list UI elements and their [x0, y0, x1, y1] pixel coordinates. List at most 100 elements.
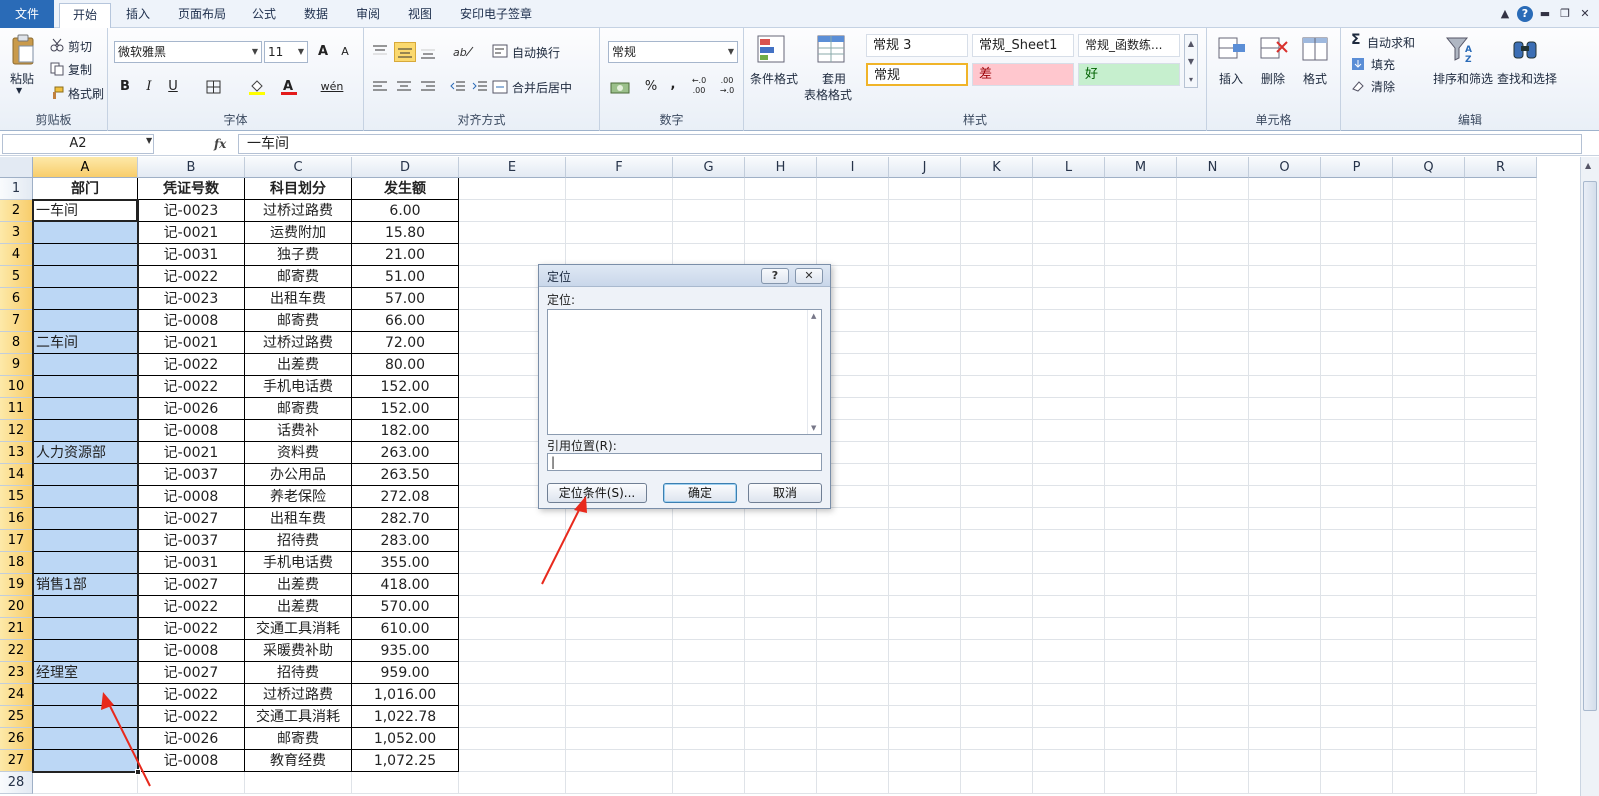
grid-cell[interactable]	[889, 310, 961, 332]
sort-filter-button[interactable]: 排序和筛选	[1433, 70, 1493, 87]
conditional-format-icon[interactable]	[756, 34, 788, 69]
grid-cell[interactable]	[1321, 354, 1393, 376]
column-header[interactable]: E	[459, 157, 566, 178]
grid-cell[interactable]	[1105, 288, 1177, 310]
grid-cell[interactable]	[817, 684, 889, 706]
insert-function-icon[interactable]: fx	[214, 134, 236, 154]
grid-cell[interactable]	[1105, 640, 1177, 662]
department-cell[interactable]	[33, 420, 138, 442]
grid-cell[interactable]	[1177, 706, 1249, 728]
department-cell[interactable]	[33, 508, 138, 530]
grid-cell[interactable]	[1321, 618, 1393, 640]
find-select-button[interactable]: 查找和选择	[1497, 70, 1557, 87]
grid-cell[interactable]	[961, 288, 1033, 310]
table-header-cell[interactable]: 部门	[33, 178, 138, 200]
category-cell[interactable]: 邮寄费	[245, 398, 352, 420]
column-header[interactable]: C	[245, 157, 352, 178]
grid-cell[interactable]	[1465, 662, 1537, 684]
row-header[interactable]: 24	[0, 684, 33, 706]
grid-cell[interactable]	[1105, 464, 1177, 486]
grid-cell[interactable]	[817, 728, 889, 750]
grid-cell[interactable]	[1177, 420, 1249, 442]
grid-cell[interactable]	[1177, 772, 1249, 794]
borders-icon[interactable]	[206, 80, 222, 97]
grid-cell[interactable]	[961, 332, 1033, 354]
amount-cell[interactable]: 418.00	[352, 574, 459, 596]
reference-input[interactable]: |	[547, 453, 822, 471]
grid-cell[interactable]	[1177, 464, 1249, 486]
align-top-icon[interactable]	[372, 44, 388, 61]
grid-cell[interactable]	[745, 750, 817, 772]
column-header[interactable]: H	[745, 157, 817, 178]
category-cell[interactable]: 交通工具消耗	[245, 706, 352, 728]
grid-cell[interactable]	[817, 640, 889, 662]
voucher-cell[interactable]: 记-0022	[138, 596, 245, 618]
amount-cell[interactable]: 152.00	[352, 376, 459, 398]
grid-cell[interactable]	[1465, 244, 1537, 266]
department-cell[interactable]	[33, 222, 138, 244]
grid-cell[interactable]	[673, 222, 745, 244]
percent-button[interactable]: %	[640, 76, 662, 98]
voucher-cell[interactable]: 记-0021	[138, 222, 245, 244]
row-header[interactable]: 8	[0, 332, 33, 354]
grid-cell[interactable]	[1393, 332, 1465, 354]
cut-button[interactable]: 剪切	[68, 38, 92, 55]
grid-cell[interactable]	[961, 244, 1033, 266]
grid-cell[interactable]	[745, 178, 817, 200]
grid-cell[interactable]	[1033, 596, 1105, 618]
voucher-cell[interactable]: 记-0027	[138, 508, 245, 530]
grid-cell[interactable]	[1033, 420, 1105, 442]
row-header[interactable]: 21	[0, 618, 33, 640]
grid-cell[interactable]	[1465, 640, 1537, 662]
grid-cell[interactable]	[1177, 508, 1249, 530]
align-middle-icon[interactable]	[394, 42, 416, 62]
grid-cell[interactable]	[1465, 376, 1537, 398]
grid-cell[interactable]	[1177, 574, 1249, 596]
fill-handle[interactable]	[135, 769, 141, 775]
style-good[interactable]: 好	[1078, 63, 1180, 86]
grid-cell[interactable]	[889, 486, 961, 508]
grid-cell[interactable]	[817, 244, 889, 266]
grid-cell[interactable]	[1033, 200, 1105, 222]
voucher-cell[interactable]: 记-0023	[138, 200, 245, 222]
row-header[interactable]: 11	[0, 398, 33, 420]
grid-cell[interactable]	[459, 508, 566, 530]
column-header[interactable]: J	[889, 157, 961, 178]
grid-cell[interactable]	[459, 684, 566, 706]
grid-cell[interactable]	[1465, 684, 1537, 706]
grid-cell[interactable]	[889, 332, 961, 354]
amount-cell[interactable]: 355.00	[352, 552, 459, 574]
grid-cell[interactable]	[1033, 750, 1105, 772]
voucher-cell[interactable]: 记-0022	[138, 618, 245, 640]
amount-cell[interactable]: 1,022.78	[352, 706, 459, 728]
grid-cell[interactable]	[889, 662, 961, 684]
row-header[interactable]: 27	[0, 750, 33, 772]
grid-cell[interactable]	[1177, 354, 1249, 376]
amount-cell[interactable]: 1,072.25	[352, 750, 459, 772]
voucher-cell[interactable]: 记-0022	[138, 266, 245, 288]
grid-cell[interactable]	[1105, 178, 1177, 200]
grid-cell[interactable]	[459, 728, 566, 750]
row-header[interactable]: 12	[0, 420, 33, 442]
grid-cell[interactable]	[961, 530, 1033, 552]
grid-cell[interactable]	[817, 508, 889, 530]
grid-cell[interactable]	[1105, 310, 1177, 332]
grid-cell[interactable]	[1393, 508, 1465, 530]
amount-cell[interactable]: 1,052.00	[352, 728, 459, 750]
row-header[interactable]: 23	[0, 662, 33, 684]
select-all-corner[interactable]	[0, 157, 33, 178]
style-normal-3[interactable]: 常规 3	[866, 34, 968, 57]
grid-cell[interactable]	[1033, 310, 1105, 332]
row-header[interactable]: 5	[0, 266, 33, 288]
department-cell[interactable]: 经理室	[33, 662, 138, 684]
paste-dropdown-icon[interactable]: ▼	[16, 86, 22, 95]
grid-cell[interactable]	[1249, 772, 1321, 794]
grid-cell[interactable]	[1249, 266, 1321, 288]
grid-cell[interactable]	[961, 728, 1033, 750]
align-left-icon[interactable]	[372, 80, 388, 97]
grid-cell[interactable]	[1249, 420, 1321, 442]
grid-cell[interactable]	[961, 772, 1033, 794]
grid-cell[interactable]	[566, 728, 673, 750]
grid-cell[interactable]	[1321, 596, 1393, 618]
grid-cell[interactable]	[1249, 552, 1321, 574]
